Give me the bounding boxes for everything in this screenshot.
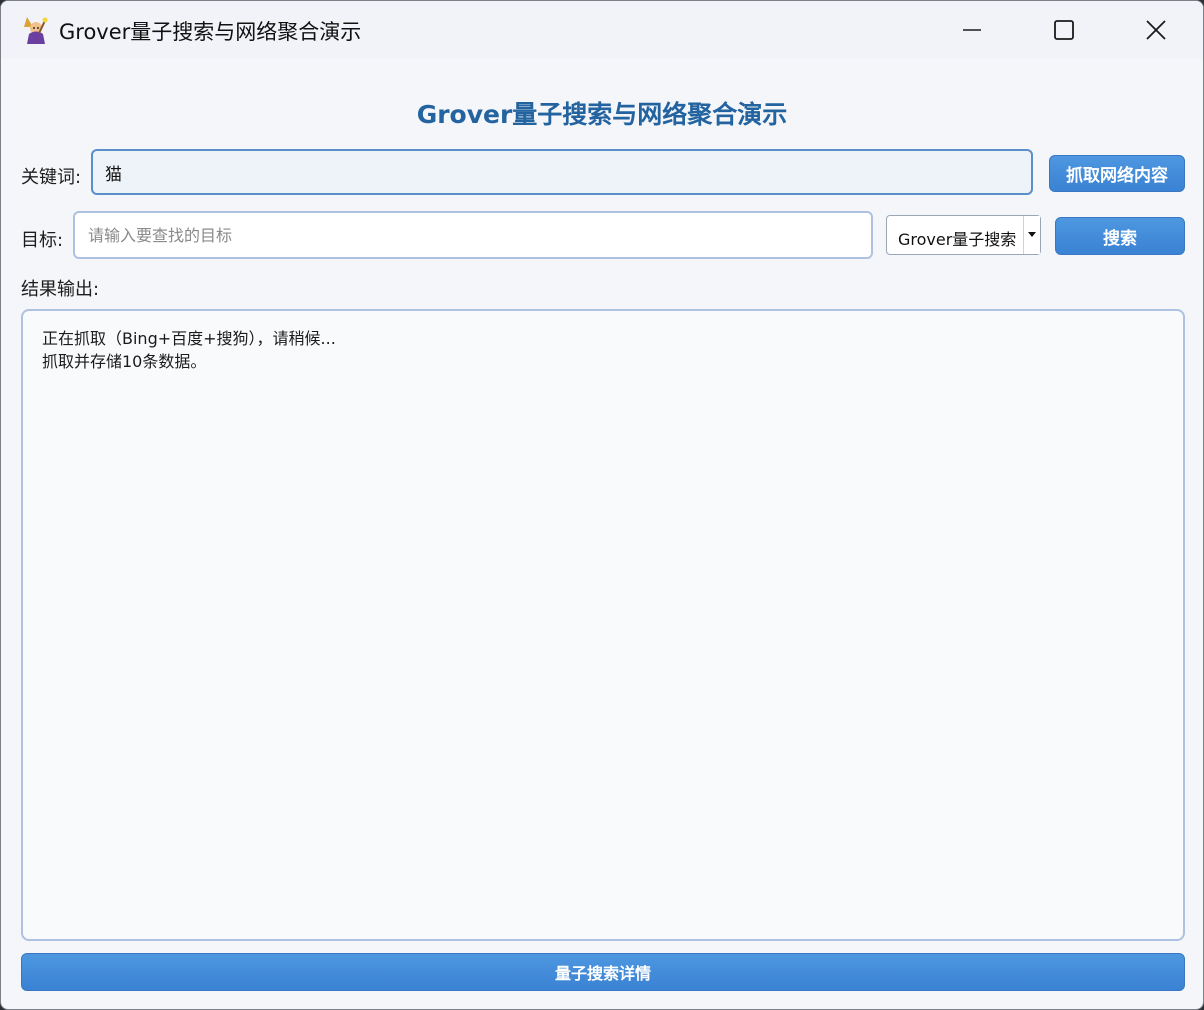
- minimize-icon: [963, 29, 981, 31]
- app-window: Grover量子搜索与网络聚合演示 Grover量子搜索与网络聚合演示 关键词:…: [0, 0, 1204, 1010]
- keyword-label: 关键词:: [21, 167, 82, 188]
- page-title: Grover量子搜索与网络聚合演示: [416, 100, 788, 129]
- title-bar[interactable]: Grover量子搜索与网络聚合演示: [1, 1, 1203, 59]
- select-arrow[interactable]: [1023, 216, 1040, 254]
- window-title: Grover量子搜索与网络聚合演示: [59, 20, 362, 44]
- minimize-button[interactable]: [926, 1, 1018, 59]
- close-button[interactable]: [1110, 1, 1202, 59]
- target-input[interactable]: [73, 211, 873, 259]
- result-output[interactable]: 正在抓取（Bing+百度+搜狗），请稍候... 抓取并存储10条数据。: [21, 309, 1185, 941]
- output-line: 抓取并存储10条数据。: [42, 352, 207, 371]
- algorithm-select[interactable]: Grover量子搜索: [886, 215, 1041, 255]
- output-label: 结果输出:: [21, 279, 100, 300]
- maximize-button[interactable]: [1018, 1, 1110, 59]
- quantum-search-details-button[interactable]: 量子搜索详情: [21, 953, 1185, 991]
- chevron-down-icon: [1028, 232, 1036, 237]
- wizard-icon: [24, 17, 48, 44]
- fetch-web-content-button[interactable]: 抓取网络内容: [1049, 155, 1185, 192]
- keyword-input[interactable]: [91, 149, 1033, 195]
- target-label: 目标:: [21, 230, 64, 251]
- output-line: 正在抓取（Bing+百度+搜狗），请稍候...: [42, 329, 336, 348]
- search-button[interactable]: 搜索: [1055, 217, 1185, 255]
- close-icon: [1146, 20, 1166, 40]
- maximize-icon: [1054, 20, 1074, 40]
- algorithm-select-value: Grover量子搜索: [898, 230, 1017, 249]
